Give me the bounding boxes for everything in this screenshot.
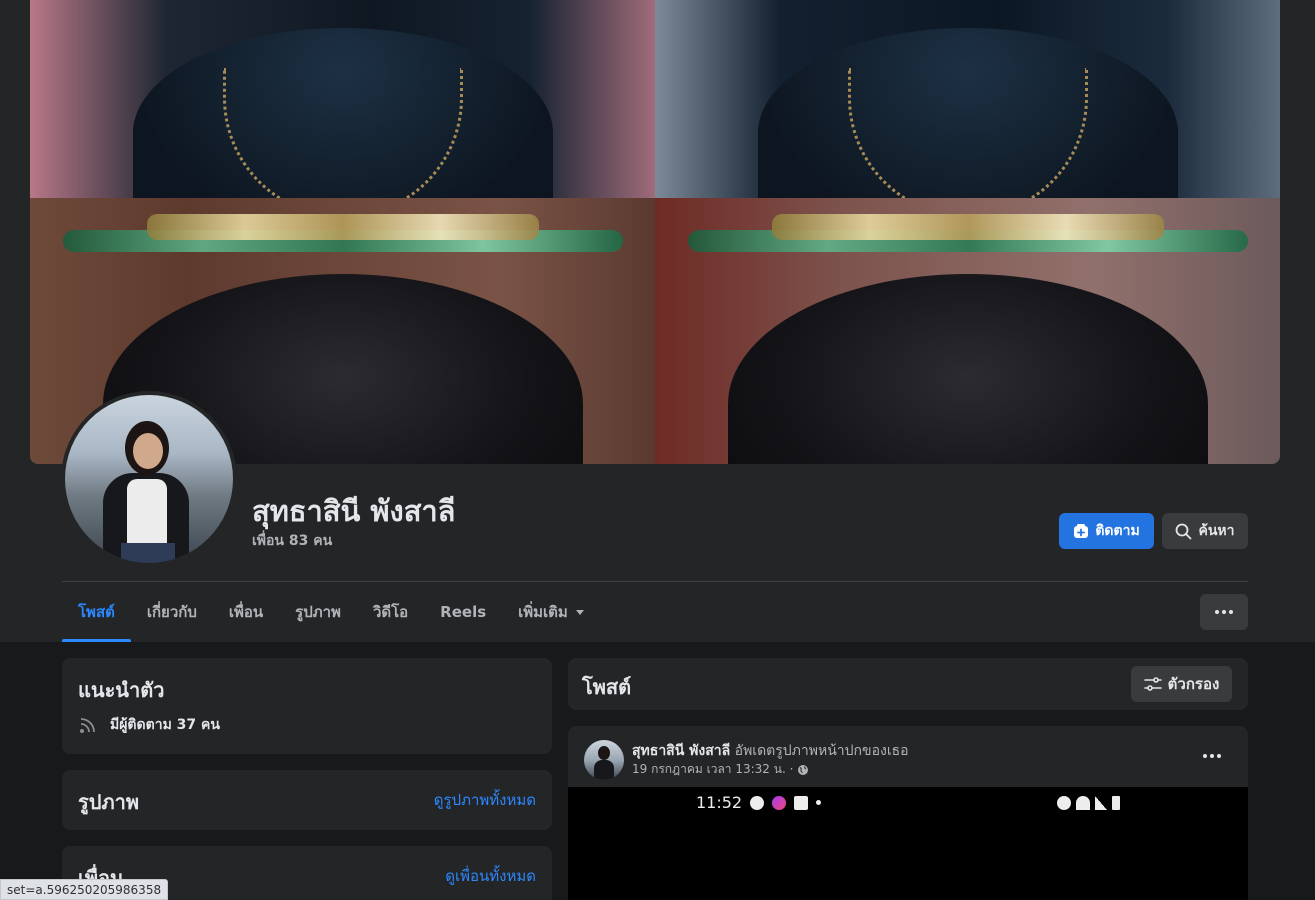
search-label: ค้นหา <box>1198 523 1235 539</box>
intro-title: แนะนำตัว <box>78 678 165 702</box>
follow-button[interactable]: ติดตาม <box>1059 513 1154 549</box>
tab-reels[interactable]: Reels <box>424 582 502 642</box>
phone-status-bar: 11:52 <box>696 793 1120 812</box>
caret-down-icon <box>575 609 584 615</box>
filter-icon <box>1143 677 1162 691</box>
posts-title: โพสต์ <box>582 675 632 699</box>
post-action-text: อัพเดตรูปภาพหน้าปกของเธอ <box>734 743 909 759</box>
post-more-button[interactable] <box>1194 742 1230 770</box>
signal-icon <box>1095 795 1107 810</box>
post-timestamp[interactable]: 19 กรกฎาคม เวลา 13:32 น. · <box>632 760 793 779</box>
app-icon <box>772 795 787 810</box>
post-image[interactable]: 11:52 <box>568 787 1248 900</box>
friend-count[interactable]: เพื่อน 83 คน <box>252 530 332 552</box>
post-author-avatar[interactable] <box>584 740 624 780</box>
profile-name: สุทธาสินี พังสาลี <box>252 494 456 528</box>
profile-avatar[interactable] <box>61 391 237 567</box>
photos-card: รูปภาพ ดูรูปภาพทั้งหมด <box>62 770 552 830</box>
followers-row[interactable]: มีผู้ติดตาม 37 คน <box>78 714 220 736</box>
tab-friends[interactable]: เพื่อน <box>213 582 279 642</box>
post-meta: 19 กรกฎาคม เวลา 13:32 น. · <box>632 760 809 779</box>
dot-icon <box>816 800 822 805</box>
more-icon <box>1215 610 1219 614</box>
post-card: สุทธาสินี พังสาลี อัพเดตรูปภาพหน้าปกของเ… <box>568 726 1248 900</box>
see-all-friends-link[interactable]: ดูเพื่อนทั้งหมด <box>445 864 536 888</box>
messenger-icon <box>750 795 765 810</box>
posts-header-card: โพสต์ ตัวกรอง <box>568 658 1248 710</box>
intro-card: แนะนำตัว มีผู้ติดตาม 37 คน <box>62 658 552 754</box>
profile-more-button[interactable] <box>1200 594 1248 630</box>
search-icon <box>1176 523 1192 539</box>
cover-tile <box>655 198 1280 464</box>
post-author-name[interactable]: สุทธาสินี พังสาลี <box>632 743 730 759</box>
followers-count: มีผู้ติดตาม 37 คน <box>110 717 220 733</box>
filter-button[interactable]: ตัวกรอง <box>1131 666 1232 702</box>
avatar <box>65 395 233 563</box>
battery-icon <box>1112 795 1120 810</box>
tab-more[interactable]: เพิ่มเติม <box>502 582 600 642</box>
follow-icon <box>1074 524 1089 538</box>
more-icon <box>1203 754 1207 758</box>
tab-posts[interactable]: โพสต์ <box>62 582 131 642</box>
cover-photo[interactable] <box>30 0 1280 464</box>
status-url-tooltip: set=a.596250205986358 <box>0 879 169 900</box>
wifi-icon <box>1076 795 1090 810</box>
follow-label: ติดตาม <box>1095 523 1140 539</box>
post-header-text: สุทธาสินี พังสาลี อัพเดตรูปภาพหน้าปกของเ… <box>632 740 909 762</box>
phone-time: 11:52 <box>696 793 743 812</box>
rss-icon <box>80 718 95 733</box>
globe-icon <box>798 764 809 775</box>
profile-tabs: โพสต์ เกี่ยวกับ เพื่อน รูปภาพ วิดีโอ Ree… <box>62 582 600 642</box>
tab-photos[interactable]: รูปภาพ <box>279 582 357 642</box>
photos-title: รูปภาพ <box>78 790 140 814</box>
cover-tile <box>655 0 1280 198</box>
image-icon <box>794 795 809 810</box>
filter-label: ตัวกรอง <box>1167 675 1220 693</box>
see-all-photos-link[interactable]: ดูรูปภาพทั้งหมด <box>434 788 536 812</box>
tab-about[interactable]: เกี่ยวกับ <box>131 582 213 642</box>
tab-videos[interactable]: วิดีโอ <box>357 582 424 642</box>
cover-tile <box>30 0 655 198</box>
search-button[interactable]: ค้นหา <box>1162 513 1248 549</box>
alarm-icon <box>1057 795 1071 810</box>
